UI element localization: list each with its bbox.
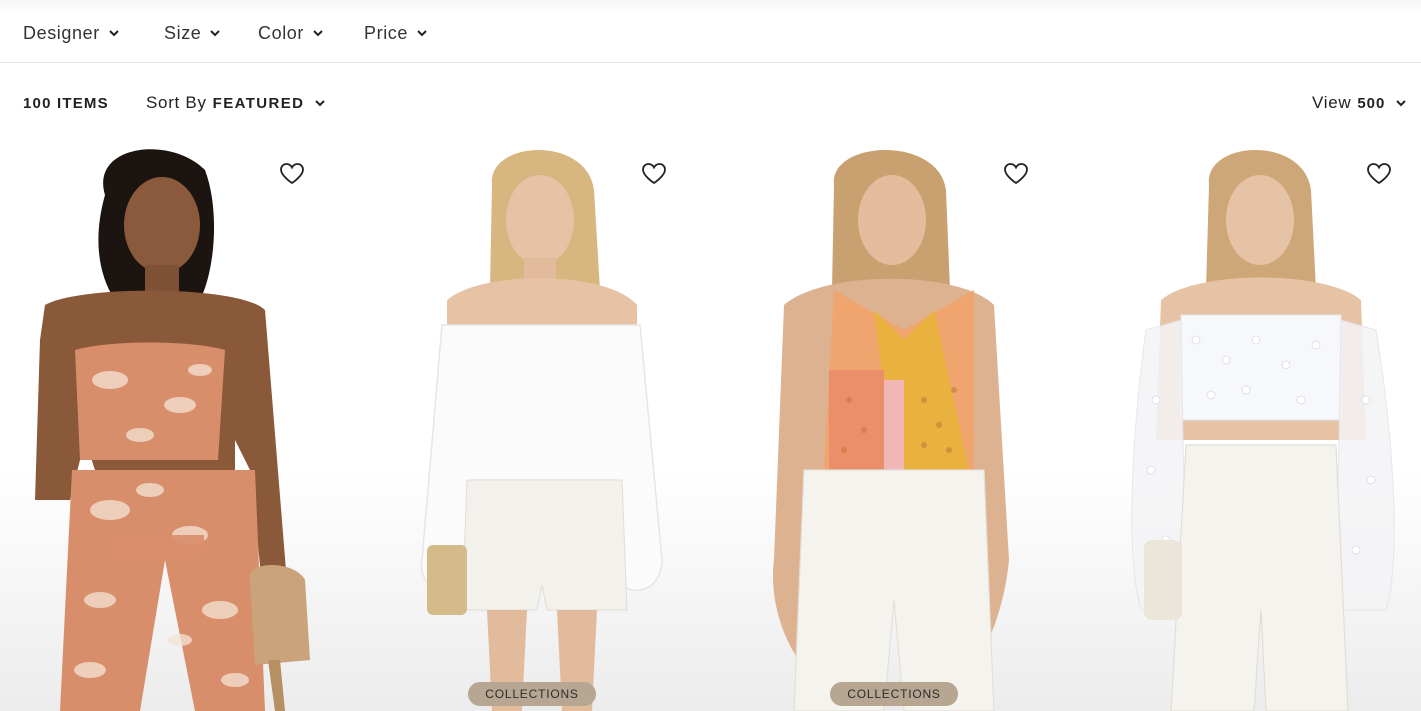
chevron-down-icon xyxy=(417,30,427,37)
product-card[interactable] xyxy=(1086,140,1421,711)
filter-size-label: Size xyxy=(164,22,202,43)
filter-color-label: Color xyxy=(258,22,305,43)
filter-color[interactable]: Color xyxy=(258,22,324,44)
product-image[interactable] xyxy=(1086,140,1421,711)
product-image[interactable] xyxy=(724,140,1086,711)
sort-dropdown[interactable]: Sort By FEATURED xyxy=(146,93,326,113)
heart-outline-icon[interactable] xyxy=(641,162,667,186)
filter-designer-label: Designer xyxy=(23,22,100,43)
chevron-down-icon xyxy=(109,30,119,37)
filter-bar: Designer Size Color Price xyxy=(0,0,1421,63)
sort-value: FEATURED xyxy=(212,94,305,112)
chevron-down-icon xyxy=(1396,100,1407,107)
collections-badge[interactable]: COLLECTIONS xyxy=(830,682,958,706)
item-count: 100 ITEMS xyxy=(23,95,109,112)
product-grid: COLLECTIONS COLLECTIONS xyxy=(0,140,1421,711)
filter-price-label: Price xyxy=(364,22,409,43)
product-card[interactable]: COLLECTIONS xyxy=(362,140,724,711)
view-value: 500 xyxy=(1357,94,1386,112)
chevron-down-icon xyxy=(313,30,323,37)
heart-outline-icon[interactable] xyxy=(279,162,305,186)
view-prefix: View xyxy=(1312,93,1352,112)
heart-outline-icon[interactable] xyxy=(1366,162,1392,186)
results-toolbar: 100 ITEMS Sort By FEATURED View 500 xyxy=(0,90,1421,118)
product-image[interactable] xyxy=(362,140,724,711)
filter-price[interactable]: Price xyxy=(364,22,428,44)
filter-designer[interactable]: Designer xyxy=(23,22,120,44)
heart-outline-icon[interactable] xyxy=(1003,162,1029,186)
view-count-dropdown[interactable]: View 500 xyxy=(1312,93,1407,113)
filter-size[interactable]: Size xyxy=(164,22,221,44)
sort-prefix: Sort By xyxy=(146,93,207,112)
product-card[interactable] xyxy=(0,140,362,711)
collections-badge[interactable]: COLLECTIONS xyxy=(468,682,596,706)
product-image[interactable] xyxy=(0,140,362,711)
product-card[interactable]: COLLECTIONS xyxy=(724,140,1086,711)
chevron-down-icon xyxy=(315,100,326,107)
chevron-down-icon xyxy=(210,30,221,37)
